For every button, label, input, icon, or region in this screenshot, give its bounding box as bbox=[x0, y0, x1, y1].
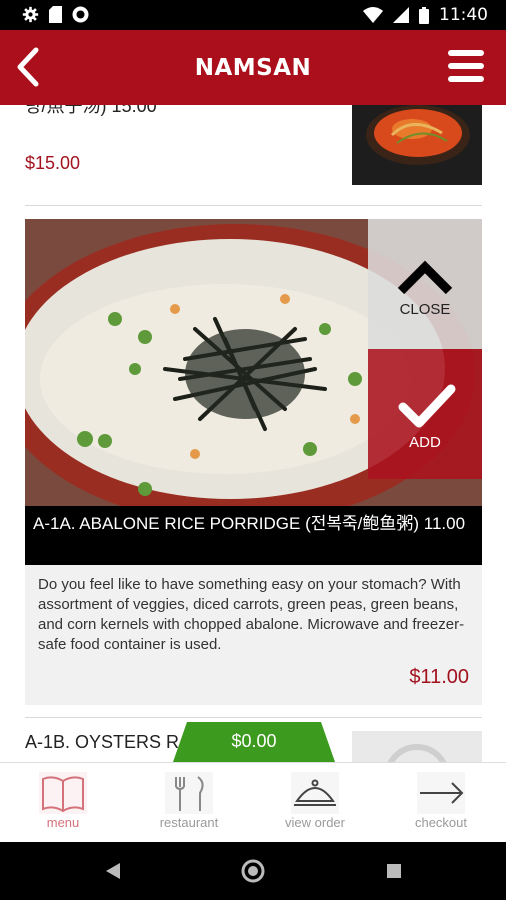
add-button[interactable]: ADD bbox=[368, 349, 482, 479]
recents-square-icon[interactable] bbox=[385, 862, 403, 880]
nav-menu[interactable]: menu bbox=[0, 763, 126, 843]
page-title: NAMSAN bbox=[194, 55, 312, 81]
item-thumbnail bbox=[352, 105, 482, 185]
cart-total-button[interactable]: $0.00 bbox=[173, 722, 335, 762]
item-description: Do you feel like to have something easy … bbox=[38, 576, 465, 653]
nav-menu-label: menu bbox=[46, 815, 80, 830]
item-name: A-1A. ABALONE RICE PORRIDGE (전복죽/鲍鱼粥) 11… bbox=[25, 506, 482, 565]
checkmark-icon bbox=[398, 384, 456, 428]
nav-view-order-label: view order bbox=[285, 815, 345, 830]
menu-list[interactable]: 탕/魚子汤) 15.00 $15.00 CLOSE ADD A-1A. ABAL… bbox=[0, 105, 506, 762]
clock: 11:40 bbox=[439, 5, 488, 25]
item-price: $11.00 bbox=[409, 666, 469, 688]
wifi-icon bbox=[363, 7, 383, 23]
item-thumbnail bbox=[352, 731, 482, 762]
sync-icon bbox=[72, 6, 89, 23]
settings-icon bbox=[22, 6, 39, 23]
divider bbox=[25, 205, 482, 206]
back-triangle-icon[interactable] bbox=[103, 861, 123, 881]
app-bar: NAMSAN bbox=[0, 30, 506, 105]
sd-card-icon bbox=[49, 6, 62, 23]
hamburger-menu-button[interactable] bbox=[446, 49, 486, 83]
nav-checkout[interactable]: checkout bbox=[378, 763, 504, 843]
list-item[interactable]: 탕/魚子汤) 15.00 $15.00 bbox=[0, 105, 506, 205]
hamburger-icon bbox=[448, 50, 484, 82]
book-icon bbox=[39, 772, 87, 814]
cart-total: $0.00 bbox=[231, 731, 277, 751]
signal-icon bbox=[393, 7, 409, 23]
fork-knife-icon bbox=[165, 772, 213, 814]
bottom-nav: menu restaurant view order checkout bbox=[0, 762, 506, 843]
nav-checkout-label: checkout bbox=[414, 815, 468, 830]
item-price: $15.00 bbox=[25, 153, 81, 173]
arrow-right-icon bbox=[417, 772, 465, 814]
nav-view-order[interactable]: view order bbox=[252, 763, 378, 843]
nav-restaurant-label: restaurant bbox=[159, 815, 219, 830]
battery-icon bbox=[419, 6, 429, 24]
chevron-up-icon bbox=[397, 260, 453, 295]
status-bar: 11:40 bbox=[0, 0, 506, 30]
close-button[interactable]: CLOSE bbox=[368, 219, 482, 349]
system-nav-bar bbox=[0, 842, 506, 900]
close-label: CLOSE bbox=[399, 301, 451, 318]
placeholder-icon bbox=[387, 744, 447, 762]
item-name: A-1B. OYSTERS R bbox=[25, 732, 180, 752]
item-name: 탕/魚子汤) 15.00 bbox=[25, 105, 157, 116]
add-label: ADD bbox=[409, 434, 441, 451]
cloche-icon bbox=[291, 772, 339, 814]
nav-restaurant[interactable]: restaurant bbox=[126, 763, 252, 843]
expanded-item-card[interactable]: CLOSE ADD A-1A. ABALONE RICE PORRIDGE (전… bbox=[25, 219, 482, 705]
home-circle-icon[interactable] bbox=[240, 858, 266, 884]
